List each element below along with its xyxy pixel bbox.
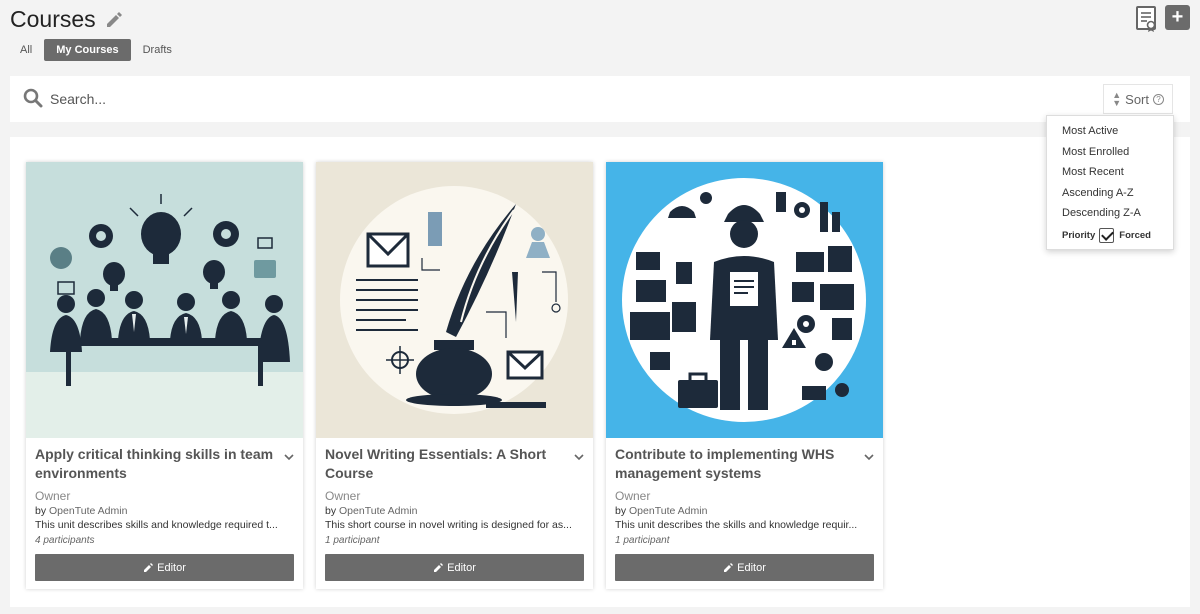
course-card[interactable]: Novel Writing Essentials: A Short Course… bbox=[316, 162, 593, 589]
title-row: Courses bbox=[10, 6, 124, 33]
card-body: Apply critical thinking skills in team e… bbox=[26, 438, 303, 581]
add-course-button[interactable]: + bbox=[1165, 5, 1190, 30]
sort-option-ascending[interactable]: Ascending A-Z bbox=[1047, 183, 1173, 204]
course-title[interactable]: Contribute to implementing WHS managemen… bbox=[615, 445, 874, 483]
pencil-icon bbox=[144, 562, 154, 572]
participant-count: 1 participant bbox=[615, 535, 670, 546]
certificate-icon[interactable] bbox=[1135, 5, 1159, 33]
sort-button[interactable]: ▲ ▼ Sort ? bbox=[1103, 84, 1173, 114]
sort-menu: Most Active Most Enrolled Most Recent As… bbox=[1046, 115, 1174, 250]
by-prefix: by bbox=[615, 505, 627, 517]
editor-label: Editor bbox=[737, 561, 766, 574]
sort-option-most-enrolled[interactable]: Most Enrolled bbox=[1047, 142, 1173, 163]
chevron-down-icon[interactable] bbox=[284, 448, 294, 461]
course-card[interactable]: Contribute to implementing WHS managemen… bbox=[606, 162, 883, 589]
course-author[interactable]: OpenTute Admin bbox=[629, 505, 707, 517]
top-actions: + bbox=[1135, 5, 1190, 33]
help-icon[interactable]: ? bbox=[1153, 93, 1164, 105]
chevron-down-icon[interactable] bbox=[864, 448, 874, 461]
tab-all[interactable]: All bbox=[14, 39, 38, 61]
pencil-icon bbox=[724, 562, 734, 572]
sort-option-descending[interactable]: Descending Z-A bbox=[1047, 203, 1173, 224]
course-byline: by OpenTute Admin bbox=[325, 504, 584, 518]
editor-label: Editor bbox=[157, 561, 186, 574]
course-author[interactable]: OpenTute Admin bbox=[339, 505, 417, 517]
course-role: Owner bbox=[325, 489, 361, 503]
course-title[interactable]: Novel Writing Essentials: A Short Course bbox=[325, 445, 584, 483]
card-body: Novel Writing Essentials: A Short Course… bbox=[316, 438, 593, 581]
sort-arrows-icon: ▲ ▼ bbox=[1112, 90, 1122, 108]
sort-label: Sort bbox=[1125, 91, 1149, 107]
course-role: Owner bbox=[35, 489, 71, 503]
pencil-icon[interactable] bbox=[104, 10, 124, 30]
priority-row: Priority Forced bbox=[1047, 224, 1173, 246]
participant-count: 1 participant bbox=[325, 535, 380, 546]
course-byline: by OpenTute Admin bbox=[615, 504, 874, 518]
tab-drafts[interactable]: Drafts bbox=[137, 39, 178, 61]
page-title: Courses bbox=[10, 6, 96, 32]
search-bar: ▲▼ Sort ? bbox=[10, 76, 1190, 122]
by-prefix: by bbox=[325, 505, 337, 517]
pencil-icon bbox=[434, 562, 444, 572]
course-byline: by OpenTute Admin bbox=[35, 504, 294, 518]
search-input[interactable] bbox=[50, 86, 950, 112]
course-description: This unit describes the skills and knowl… bbox=[615, 519, 858, 531]
course-image-team-meeting[interactable] bbox=[26, 162, 303, 438]
search-icon bbox=[23, 88, 43, 108]
course-description: This unit describes skills and knowledge… bbox=[35, 519, 278, 531]
editor-button[interactable]: Editor bbox=[615, 554, 874, 581]
sort-option-most-active[interactable]: Most Active bbox=[1047, 121, 1173, 142]
sort-option-most-recent[interactable]: Most Recent bbox=[1047, 162, 1173, 183]
tab-my-courses[interactable]: My Courses bbox=[44, 39, 131, 61]
by-prefix: by bbox=[35, 505, 47, 517]
editor-button[interactable]: Editor bbox=[35, 554, 294, 581]
course-description: This short course in novel writing is de… bbox=[325, 519, 572, 531]
course-author[interactable]: OpenTute Admin bbox=[49, 505, 127, 517]
course-image-quill-inkwell[interactable] bbox=[316, 162, 593, 438]
chevron-down-icon[interactable] bbox=[574, 448, 584, 461]
course-filter-tabs: All My Courses Drafts bbox=[14, 39, 178, 61]
forced-label: Forced bbox=[1119, 230, 1151, 241]
priority-label: Priority bbox=[1062, 230, 1096, 241]
editor-label: Editor bbox=[447, 561, 476, 574]
course-card[interactable]: Apply critical thinking skills in team e… bbox=[26, 162, 303, 589]
course-title[interactable]: Apply critical thinking skills in team e… bbox=[35, 445, 294, 483]
card-body: Contribute to implementing WHS managemen… bbox=[606, 438, 883, 581]
course-list-panel: Apply critical thinking skills in team e… bbox=[10, 137, 1190, 607]
course-image-whs-worker[interactable] bbox=[606, 162, 883, 438]
course-role: Owner bbox=[615, 489, 651, 503]
editor-button[interactable]: Editor bbox=[325, 554, 584, 581]
forced-checkbox[interactable] bbox=[1099, 228, 1115, 243]
participant-count: 4 participants bbox=[35, 535, 95, 546]
